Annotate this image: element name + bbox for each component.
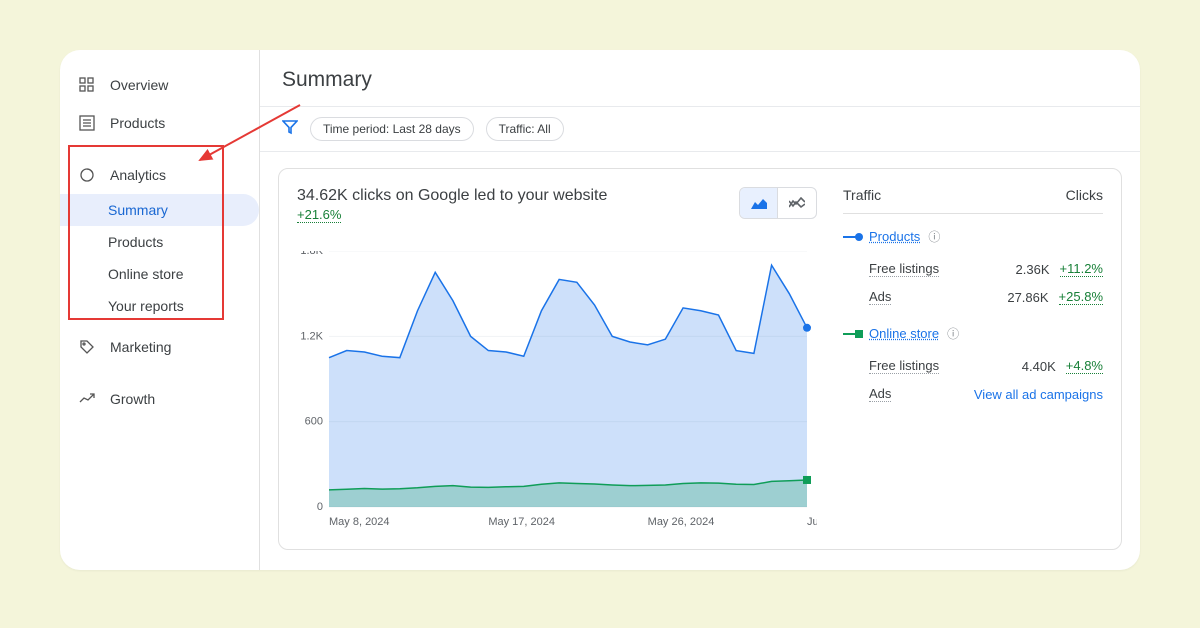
traffic-group-link[interactable]: Online store	[869, 326, 939, 341]
traffic-side-panel: Traffic Clicks Products ⓘ Free listings …	[843, 187, 1103, 531]
traffic-row-value: 4.40K	[1022, 359, 1056, 374]
chart-pane: 34.62K clicks on Google led to your webs…	[297, 187, 817, 531]
traffic-group: Online store ⓘ Free listings 4.40K+4.8% …	[843, 325, 1103, 408]
filter-bar: Time period: Last 28 days Traffic: All	[260, 107, 1140, 152]
toggle-line-view[interactable]	[778, 188, 816, 218]
legend-swatch	[843, 333, 861, 335]
traffic-row-value: 2.36K	[1016, 262, 1050, 277]
side-panel-head-traffic: Traffic	[843, 187, 881, 203]
sidebar-sub-products[interactable]: Products	[60, 226, 259, 258]
chart-view-toggle	[739, 187, 817, 219]
svg-text:May 17, 2024: May 17, 2024	[488, 516, 555, 528]
view-all-link[interactable]: View all ad campaigns	[974, 387, 1103, 402]
filter-chip-time[interactable]: Time period: Last 28 days	[310, 117, 474, 141]
info-icon[interactable]: ⓘ	[928, 228, 940, 245]
traffic-group: Products ⓘ Free listings 2.36K +11.2% Ads…	[843, 228, 1103, 311]
sidebar-item-label: Analytics	[110, 167, 166, 183]
analytics-icon	[78, 166, 96, 184]
traffic-row-delta: +4.8%	[1066, 358, 1103, 374]
traffic-row: Free listings 4.40K +4.8%	[843, 352, 1103, 380]
traffic-row-delta: +11.2%	[1060, 261, 1104, 277]
info-icon[interactable]: ⓘ	[947, 325, 959, 342]
filter-icon[interactable]	[282, 119, 298, 140]
traffic-row-label: Ads	[869, 386, 891, 402]
svg-text:Jun 4, 2024: Jun 4, 2024	[807, 516, 817, 528]
svg-text:600: 600	[305, 416, 323, 428]
sidebar-item-marketing[interactable]: Marketing	[60, 328, 259, 366]
sidebar-item-overview[interactable]: Overview	[60, 66, 259, 104]
summary-card: 34.62K clicks on Google led to your webs…	[278, 168, 1122, 550]
svg-text:May 26, 2024: May 26, 2024	[648, 516, 715, 528]
side-panel-head-clicks: Clicks	[1066, 187, 1103, 203]
chart-area: 0 600 1.2K 1.8K May 8, 2024 May 17, 2024 May 2…	[297, 251, 817, 531]
tag-icon	[78, 338, 96, 356]
svg-text:0: 0	[317, 501, 323, 513]
sidebar-item-label: Overview	[110, 77, 168, 93]
dashboard-icon	[78, 76, 96, 94]
chart-title: 34.62K clicks on Google led to your webs…	[297, 187, 607, 205]
sidebar-item-products[interactable]: Products	[60, 104, 259, 142]
traffic-row-label: Free listings	[869, 261, 939, 277]
sidebar-item-label: Growth	[110, 391, 155, 407]
sidebar-item-growth[interactable]: Growth	[60, 380, 259, 418]
chart-delta[interactable]: +21.6%	[297, 207, 341, 223]
filter-chip-traffic[interactable]: Traffic: All	[486, 117, 564, 141]
sidebar-item-label: Marketing	[110, 339, 171, 355]
svg-text:1.2K: 1.2K	[300, 330, 323, 342]
toggle-area-view[interactable]	[740, 188, 778, 218]
sidebar-sub-your-reports[interactable]: Your reports	[60, 290, 259, 322]
trend-icon	[78, 390, 96, 408]
traffic-row: Ads 27.86K +25.8%	[843, 283, 1103, 311]
traffic-row: Free listings 2.36K +11.2%	[843, 255, 1103, 283]
sidebar: Overview Products Analytics Summary Prod…	[60, 50, 260, 570]
svg-text:1.8K: 1.8K	[300, 251, 323, 257]
traffic-row: Ads View all ad campaigns	[843, 380, 1103, 408]
traffic-row-delta: +25.8%	[1059, 289, 1103, 305]
sidebar-item-label: Products	[110, 115, 165, 131]
svg-text:May 8, 2024: May 8, 2024	[329, 516, 390, 528]
traffic-row-label: Free listings	[869, 358, 939, 374]
traffic-group-link[interactable]: Products	[869, 229, 920, 244]
list-icon	[78, 114, 96, 132]
traffic-row-value: 27.86K	[1007, 290, 1048, 305]
sidebar-item-analytics[interactable]: Analytics	[60, 156, 259, 194]
legend-swatch	[843, 236, 861, 238]
main-content: Summary Time period: Last 28 days Traffi…	[260, 50, 1140, 570]
sidebar-sub-online-store[interactable]: Online store	[60, 258, 259, 290]
page-title: Summary	[260, 50, 1140, 107]
sidebar-sub-summary[interactable]: Summary	[60, 194, 259, 226]
traffic-row-label: Ads	[869, 289, 891, 305]
